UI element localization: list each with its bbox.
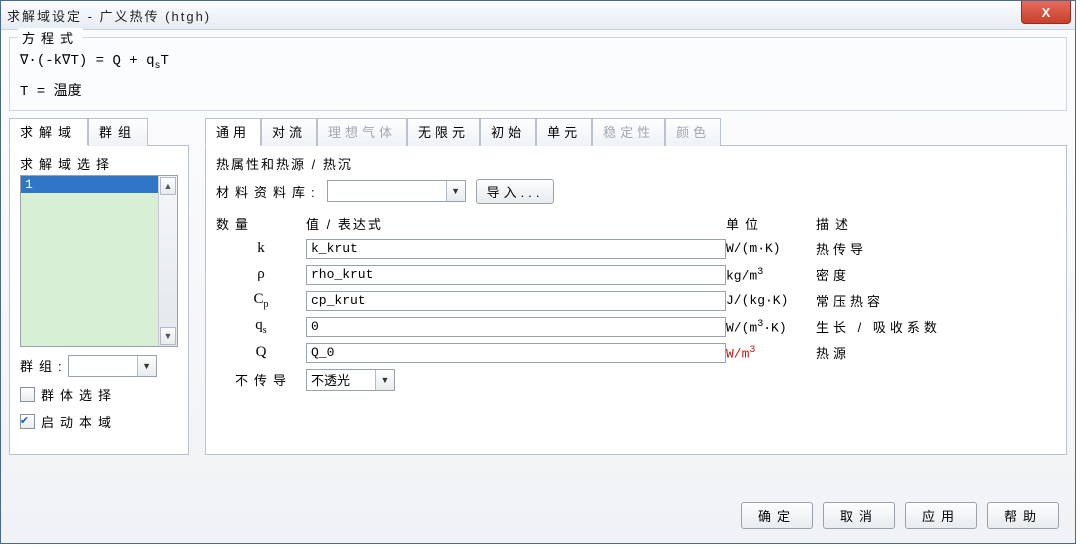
titlebar: 求解域设定 - 广义热传 (htgh) X xyxy=(1,1,1075,30)
value-input[interactable] xyxy=(306,317,726,337)
group-select-checkbox[interactable] xyxy=(20,387,35,402)
right-side: 通用对流理想气体无限元初始单元稳定性颜色 热属性和热源 / 热沉 材料资料库: … xyxy=(205,117,1067,455)
domain-listbox[interactable]: 1 ▲ ▼ xyxy=(20,175,178,347)
section-title: 热属性和热源 / 热沉 xyxy=(216,154,1056,173)
domain-select-label: 求解域选择 xyxy=(20,154,178,173)
description-label: 热传导 xyxy=(816,239,1056,258)
quantity-symbol: ρ xyxy=(216,266,306,283)
material-combo[interactable]: ▼ xyxy=(327,180,466,202)
header-quantity: 数量 xyxy=(216,214,306,233)
tab-通用[interactable]: 通用 xyxy=(205,118,261,146)
equation-legend: 方程式 xyxy=(18,28,83,47)
opaque-label: 不传导 xyxy=(216,370,306,389)
tab-稳定性: 稳定性 xyxy=(592,118,665,146)
enable-domain-checkbox[interactable] xyxy=(20,414,35,429)
equation-line-2: T = 温度 xyxy=(20,80,1056,100)
dialog-window: 求解域设定 - 广义热传 (htgh) X 方程式 ∇·(-k∇T) = Q +… xyxy=(0,0,1076,544)
value-input[interactable] xyxy=(306,239,726,259)
scroll-down-icon[interactable]: ▼ xyxy=(160,327,176,345)
client-area: 方程式 ∇·(-k∇T) = Q + qsT T = 温度 求解域 群组 求解域… xyxy=(9,37,1067,535)
right-tabs: 通用对流理想气体无限元初始单元稳定性颜色 xyxy=(205,117,1067,145)
enable-domain-label: 启动本域 xyxy=(41,412,117,431)
right-panel: 热属性和热源 / 热沉 材料资料库: ▼ 导入... 数量 值 / 表达式 单位 xyxy=(205,145,1067,455)
opaque-row: 不传导 不透光 ▼ xyxy=(216,369,1056,391)
unit-label: W/(m·K) xyxy=(726,241,816,256)
value-input[interactable] xyxy=(306,265,726,285)
apply-button[interactable]: 应用 xyxy=(905,502,977,529)
tab-domain[interactable]: 求解域 xyxy=(9,118,88,146)
group-select-checkbox-row: 群体选择 xyxy=(20,385,178,404)
material-row: 材料资料库: ▼ 导入... xyxy=(216,179,1056,204)
cancel-button[interactable]: 取消 xyxy=(823,502,895,529)
list-item[interactable]: 1 xyxy=(21,176,158,193)
group-select-label: 群体选择 xyxy=(41,385,117,404)
chevron-down-icon: ▼ xyxy=(137,356,156,376)
description-label: 热源 xyxy=(816,343,1056,362)
left-side: 求解域 群组 求解域选择 1 ▲ ▼ xyxy=(9,117,189,455)
left-panel: 求解域选择 1 ▲ ▼ 群组: xyxy=(9,145,189,455)
window-title: 求解域设定 - 广义热传 (htgh) xyxy=(7,6,211,25)
group-label: 群组: xyxy=(20,356,68,375)
opaque-combo[interactable]: 不透光 ▼ xyxy=(306,369,395,391)
value-input[interactable] xyxy=(306,291,726,311)
chevron-down-icon: ▼ xyxy=(375,370,394,390)
tab-初始[interactable]: 初始 xyxy=(480,118,536,146)
quantity-symbol: qs xyxy=(216,317,306,336)
footer-buttons: 确定 取消 应用 帮助 xyxy=(741,502,1059,529)
close-icon: X xyxy=(1042,5,1051,20)
scroll-up-icon[interactable]: ▲ xyxy=(160,177,176,195)
unit-label: kg/m3 xyxy=(726,267,816,283)
description-label: 常压热容 xyxy=(816,291,1056,310)
value-input[interactable] xyxy=(306,343,726,363)
header-description: 描述 xyxy=(816,214,1056,233)
tab-颜色: 颜色 xyxy=(665,118,721,146)
group-combo[interactable]: ▼ xyxy=(68,355,157,377)
material-label: 材料资料库: xyxy=(216,182,321,201)
unit-label: W/(m3·K) xyxy=(726,319,816,335)
group-combo-row: 群组: ▼ xyxy=(20,355,178,377)
description-label: 生长 / 吸收系数 xyxy=(816,317,1056,336)
header-value: 值 / 表达式 xyxy=(306,214,726,233)
main-row: 求解域 群组 求解域选择 1 ▲ ▼ xyxy=(9,117,1067,467)
opaque-combo-value: 不透光 xyxy=(307,370,375,389)
ok-button[interactable]: 确定 xyxy=(741,502,813,529)
close-button[interactable]: X xyxy=(1021,1,1071,24)
quantity-symbol: Cp xyxy=(216,291,306,310)
header-unit: 单位 xyxy=(726,214,816,233)
left-tabs: 求解域 群组 xyxy=(9,117,189,145)
import-button[interactable]: 导入... xyxy=(476,179,555,204)
help-button[interactable]: 帮助 xyxy=(987,502,1059,529)
enable-domain-checkbox-row: 启动本域 xyxy=(20,412,178,431)
equation-box: 方程式 ∇·(-k∇T) = Q + qsT T = 温度 xyxy=(9,37,1067,111)
unit-label: W/m3 xyxy=(726,345,816,361)
tab-单元[interactable]: 单元 xyxy=(536,118,592,146)
chevron-down-icon: ▼ xyxy=(446,181,465,201)
quantity-symbol: k xyxy=(216,240,306,257)
quantity-symbol: Q xyxy=(216,344,306,361)
domain-list-items: 1 xyxy=(21,176,158,346)
properties-grid: 数量 值 / 表达式 单位 描述 k W/(m·K)热传导 ρ kg/m3密度 Cp J/… xyxy=(216,214,1056,363)
tab-无限元[interactable]: 无限元 xyxy=(407,118,480,146)
equation-line-1: ∇·(-k∇T) = Q + qsT xyxy=(20,52,1056,72)
unit-label: J/(kg·K) xyxy=(726,293,816,308)
listbox-scrollbar[interactable]: ▲ ▼ xyxy=(158,176,177,346)
tab-理想气体: 理想气体 xyxy=(317,118,407,146)
description-label: 密度 xyxy=(816,265,1056,284)
tab-对流[interactable]: 对流 xyxy=(261,118,317,146)
tab-group[interactable]: 群组 xyxy=(88,118,148,146)
